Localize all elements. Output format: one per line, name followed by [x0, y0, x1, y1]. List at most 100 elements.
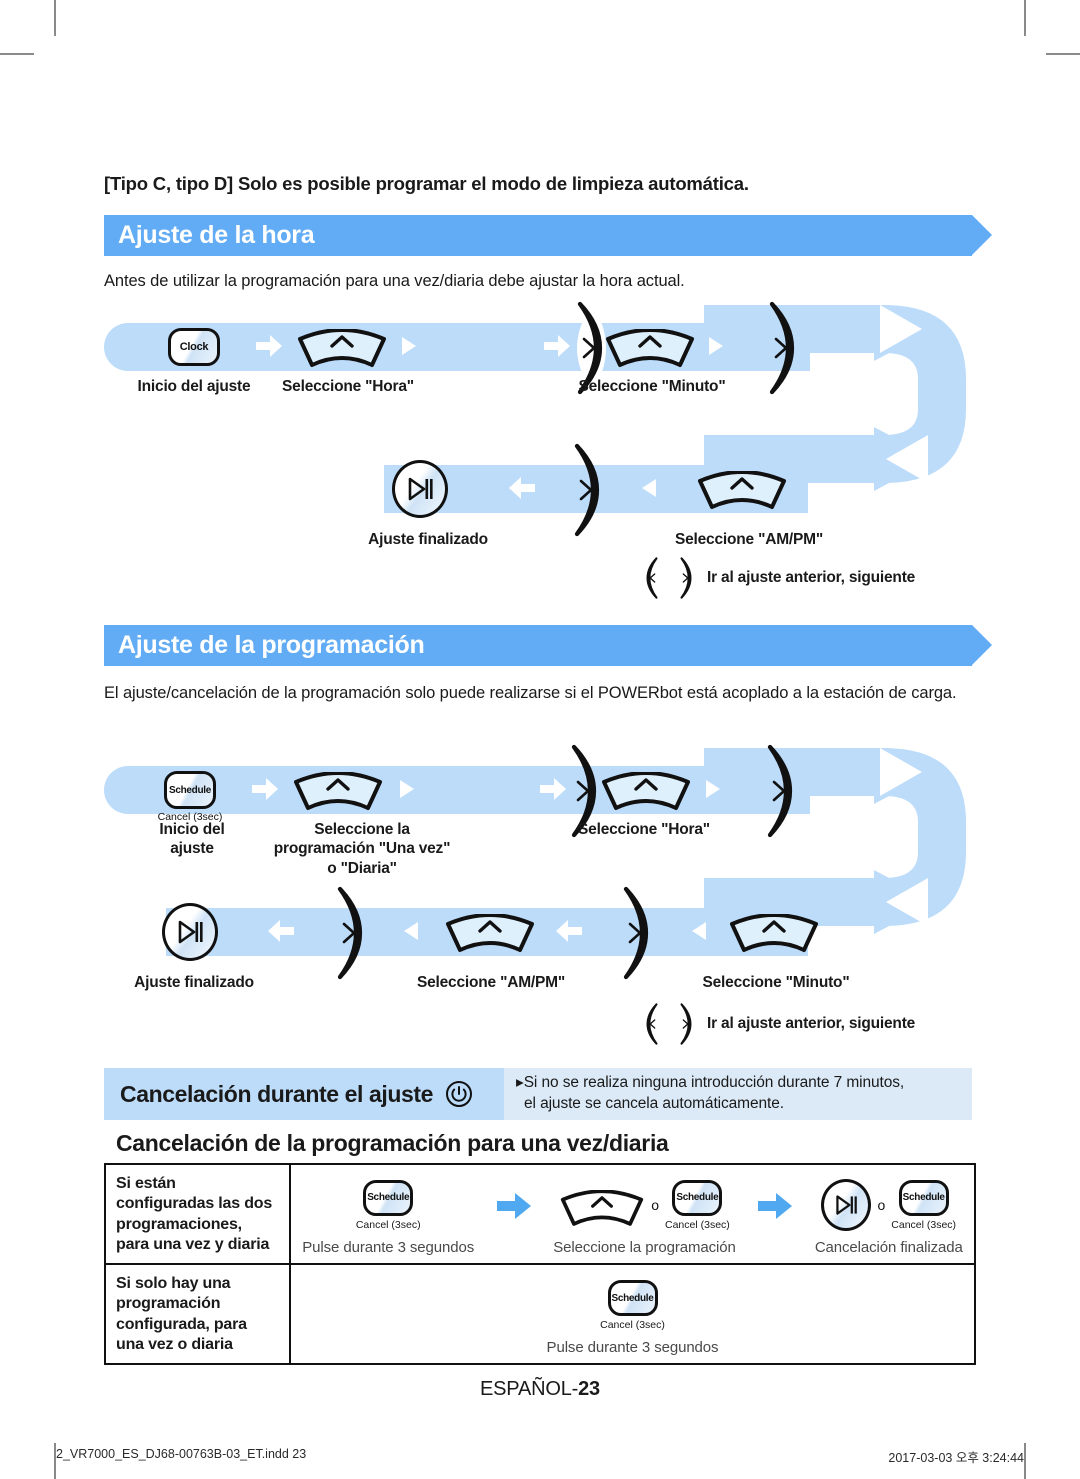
label-programacion-una-vez: programación "Una vez": [273, 840, 451, 858]
up-arc-button[interactable]: [600, 772, 692, 812]
table-row-content: Schedule Cancel (3sec) Pulse durante 3 s…: [291, 1265, 974, 1363]
white-triangle-icon: [709, 337, 723, 355]
schedule-button-face: Schedule: [164, 771, 216, 809]
cancel-note-text: ▸Si no se realiza ninguna introducción d…: [516, 1074, 905, 1112]
clock-button-face: Clock: [168, 328, 220, 366]
label-seleccione-minuto: Seleccione "Minuto": [702, 974, 850, 991]
white-triangle-icon: [402, 337, 416, 355]
row2-head-line1: Si solo hay una: [116, 1274, 231, 1292]
label-seleccione-hora: Seleccione "Hora": [578, 821, 710, 838]
schedule-button-label: Schedule: [902, 1192, 945, 1203]
up-arc-button[interactable]: [559, 1190, 645, 1228]
clock-button[interactable]: Clock: [168, 328, 220, 366]
white-arrow-left-icon: [556, 920, 582, 942]
row2-head-line2: programación: [116, 1295, 221, 1313]
label-ajuste-finalizado: Ajuste finalizado: [368, 531, 488, 548]
next-lens-icon: [680, 1003, 692, 1045]
next-lens-button[interactable]: [752, 744, 808, 838]
crop-mark-bottom-right: [1024, 1443, 1026, 1479]
schedule-flow-diagram: Schedule Cancel (3sec) Inicio del ajuste…: [104, 744, 976, 1048]
schedule-button[interactable]: Schedule Cancel (3sec): [356, 1179, 421, 1231]
clock-button-label: Clock: [179, 341, 209, 353]
schedule-button[interactable]: Schedule Cancel (3sec): [891, 1179, 957, 1231]
schedule-button-sublabel: Cancel (3sec): [600, 1319, 665, 1332]
schedule-button-sublabel: Cancel (3sec): [891, 1218, 957, 1231]
label-seleccione-programacion: Seleccione la programación "Una vez" o "…: [252, 820, 472, 878]
cancel-step: o Schedule Cancel (3sec) Seleccione la p…: [553, 1175, 736, 1256]
cancel-step: Schedule Cancel (3sec) Pulse durante 3 s…: [302, 1175, 474, 1256]
next-lens-button[interactable]: [608, 886, 664, 980]
or-separator: o: [651, 1197, 659, 1213]
cancel-step: o Schedule Cancel (3sec) Cancelación fin…: [815, 1175, 963, 1256]
page-number: ESPAÑOL-23: [0, 1378, 1080, 1401]
blue-arrow-icon: [496, 1175, 531, 1219]
schedule-button-face: Schedule: [363, 1179, 414, 1216]
play-pause-button[interactable]: [162, 903, 218, 961]
legend-prev-next-label: Ir al ajuste anterior, siguiente: [707, 1015, 916, 1032]
table-row-content: Schedule Cancel (3sec) Pulse durante 3 s…: [291, 1165, 974, 1263]
cancel-table-subtitle: Cancelación de la programación para una …: [116, 1130, 669, 1156]
up-arc-button[interactable]: [292, 772, 384, 812]
legend-prev-next: Ir al ajuste anterior, siguiente: [639, 1003, 915, 1045]
cancel-step-caption: Pulse durante 3 segundos: [546, 1338, 719, 1356]
manual-page: [Tipo C, tipo D] Solo es posible program…: [0, 0, 1080, 1479]
play-pause-button[interactable]: [392, 460, 448, 518]
up-arc-button[interactable]: [728, 914, 820, 954]
cancel-step-icons: Schedule Cancel (3sec): [356, 1175, 421, 1235]
next-lens-icon: [680, 557, 692, 599]
row1-head-line2: configuradas las dos: [116, 1195, 273, 1213]
legend-prev-next: Ir al ajuste anterior, siguiente: [639, 557, 915, 599]
label-seleccione-la: Seleccione la: [314, 821, 410, 838]
next-lens-button[interactable]: [322, 886, 378, 980]
table-row-header: Si solo hay una programación configurada…: [106, 1264, 291, 1363]
label-seleccione-hora: Seleccione "Hora": [282, 378, 414, 395]
section-header-schedule-label: Ajuste de la programación: [118, 631, 425, 659]
cancel-step-caption: Pulse durante 3 segundos: [302, 1239, 475, 1256]
white-triangle-icon: [400, 780, 414, 798]
white-arrow-left-icon: [509, 477, 535, 499]
play-pause-icon: [408, 477, 433, 501]
schedule-button[interactable]: Schedule Cancel (3sec): [600, 1280, 665, 1331]
cancel-step-icons: Schedule Cancel (3sec): [600, 1277, 665, 1335]
section-header-clock: Ajuste de la hora: [104, 215, 992, 256]
cancel-note-line1: Si no se realiza ninguna introducción du…: [523, 1074, 905, 1092]
cancel-step-caption: Seleccione la programación: [553, 1239, 736, 1256]
label-inicio-del-ajuste: Inicio del ajuste: [137, 378, 251, 395]
cancel-title-label: Cancelación durante el ajuste: [120, 1080, 434, 1107]
up-arc-button[interactable]: [296, 329, 388, 369]
up-arc-button[interactable]: [604, 329, 696, 369]
schedule-button-label: Schedule: [676, 1192, 719, 1203]
section-header-tail: [972, 215, 992, 255]
up-arc-button[interactable]: [696, 471, 788, 511]
white-triangle-left-icon: [642, 479, 656, 497]
cancel-step-icons: o Schedule Cancel (3sec): [559, 1175, 730, 1235]
schedule-button-face: Schedule: [672, 1179, 723, 1216]
schedule-button-label: Schedule: [611, 1292, 654, 1304]
label-ajuste: ajuste: [170, 840, 214, 858]
play-pause-button[interactable]: [821, 1179, 872, 1231]
play-pause-icon: [836, 1195, 858, 1215]
crop-mark-bottom-left: [54, 1443, 56, 1479]
page-number-value: 23: [578, 1378, 600, 1400]
schedule-button-label: Schedule: [168, 784, 212, 796]
row2-head-line3: configurada, para: [116, 1315, 247, 1333]
schedule-button[interactable]: Schedule Cancel (3sec): [665, 1179, 730, 1231]
section-clock-description: Antes de utilizar la programación para u…: [104, 272, 685, 290]
up-arc-button[interactable]: [444, 914, 536, 954]
row1-head-line1: Si están: [116, 1175, 176, 1192]
white-triangle-left-icon: [404, 922, 418, 940]
row1-head-line4: para una vez y diaria: [116, 1236, 270, 1254]
schedule-button[interactable]: Schedule Cancel (3sec): [158, 771, 222, 823]
section-header-schedule: Ajuste de la programación: [104, 625, 992, 666]
row2-head-line4: una vez o diaria: [116, 1336, 233, 1354]
schedule-button-sublabel: Cancel (3sec): [665, 1218, 730, 1231]
next-lens-button[interactable]: [754, 301, 810, 395]
crop-mark-top-left: [54, 0, 56, 36]
cancel-note-line2: el ajuste se cancela automáticamente.: [524, 1095, 784, 1112]
next-lens-button[interactable]: [559, 443, 615, 537]
prev-lens-icon: [646, 557, 658, 599]
white-arrow-icon: [256, 335, 282, 357]
table-row: Si están configuradas las dos programaci…: [106, 1165, 974, 1263]
print-file-name: 2_VR7000_ES_DJ68-00763B-03_ET.indd 23: [56, 1447, 307, 1461]
play-pause-icon: [178, 920, 203, 944]
